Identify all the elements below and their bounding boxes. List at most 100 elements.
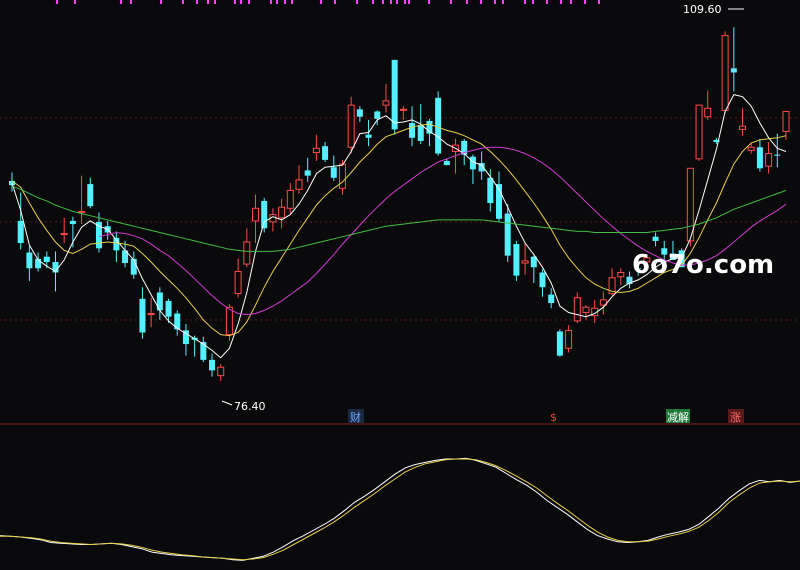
candle (234, 258, 242, 298)
top-event-tick (598, 0, 600, 4)
top-event-tick (502, 0, 504, 4)
candle-body-down (652, 236, 659, 241)
candle (652, 232, 659, 247)
top-event-tick (284, 0, 286, 4)
top-event-tick (480, 0, 482, 4)
candle-body-up (347, 104, 355, 148)
low-annotation-arrow (221, 400, 233, 406)
candle (686, 167, 694, 247)
top-event-tick (270, 0, 272, 4)
candle (774, 133, 781, 168)
event-label: 财 (350, 410, 361, 424)
candle-body-up (234, 270, 242, 295)
candle-body-up (565, 329, 573, 349)
candle-body-down (330, 167, 337, 178)
candle-body-down (26, 252, 33, 269)
top-event-tick (56, 0, 58, 4)
candle (165, 298, 172, 324)
candle (200, 336, 207, 362)
candle (139, 287, 146, 339)
candle-body-up (78, 210, 86, 213)
candle-body-up (243, 241, 251, 265)
top-event-tick (570, 0, 572, 4)
candle-body-up (582, 306, 590, 313)
event-marker-dividend[interactable]: $ (550, 411, 557, 424)
top-event-tick (494, 0, 496, 4)
candle (156, 287, 163, 320)
ma-longest-line (11, 185, 787, 252)
candle-body-up (338, 163, 346, 189)
top-event-tick (74, 0, 76, 4)
candle-body-down (774, 154, 781, 156)
candle-body-down (130, 258, 137, 275)
top-event-tick (320, 0, 322, 4)
candle (356, 106, 363, 122)
top-event-tick (240, 0, 242, 4)
candle-body-up (739, 125, 747, 130)
candle-body-down (304, 170, 311, 176)
candle-body-down (504, 213, 511, 256)
event-marker-unlock[interactable]: 减解 (666, 409, 690, 424)
candle-body-down (322, 146, 329, 160)
top-event-tick (291, 0, 293, 4)
candle-body-up (695, 104, 703, 160)
event-marker-finance[interactable]: 财 (348, 409, 364, 424)
candle-body-down (443, 160, 450, 166)
candle (78, 175, 86, 225)
top-event-tick (390, 0, 392, 4)
candle-body-up (686, 167, 694, 242)
top-event-tick (524, 0, 526, 4)
top-event-tick (396, 0, 398, 4)
candle-body-up (747, 146, 755, 151)
candle (182, 324, 189, 356)
candle-body-up (765, 153, 773, 167)
candle (548, 288, 555, 309)
candle (756, 138, 763, 172)
candle-body-up (225, 306, 233, 336)
candle (209, 353, 216, 377)
top-event-tick (428, 0, 430, 4)
candle-body-down (43, 256, 50, 262)
top-event-tick (334, 0, 336, 4)
candle-body-down (69, 220, 76, 225)
candle-body-up (286, 189, 294, 209)
event-label: $ (550, 411, 557, 424)
candle-body-down (365, 134, 372, 138)
candle-body-down (165, 300, 172, 317)
stock-chart-stage: 109.60 76.40 财 $ 减解 涨 6o7o.com (0, 0, 800, 570)
candle-body-up (312, 147, 320, 154)
high-price-label: 109.60 (683, 3, 722, 16)
candle (243, 228, 251, 268)
candle (322, 141, 329, 162)
candle-body-up (295, 179, 303, 190)
candle (269, 208, 277, 232)
top-event-tick (560, 0, 562, 4)
candle (382, 84, 390, 113)
candle-body-down (756, 147, 763, 169)
top-event-tick (584, 0, 586, 4)
candle (347, 96, 355, 154)
top-event-tick (120, 0, 122, 4)
event-marker-rise[interactable]: 涨 (728, 409, 744, 424)
top-event-tick (466, 0, 468, 4)
candle (617, 268, 625, 286)
candle (573, 292, 581, 324)
candle (487, 169, 494, 212)
candle (330, 155, 337, 181)
candle-body-up (782, 110, 790, 132)
top-event-tick (196, 0, 198, 4)
top-event-tick (532, 0, 534, 4)
candle-body-down (539, 272, 546, 288)
candle (695, 104, 703, 161)
candle (174, 310, 181, 336)
candle-body-up (60, 233, 68, 236)
event-label: 涨 (730, 411, 741, 424)
candle (147, 297, 155, 328)
candle (599, 291, 607, 315)
candle-body-down (87, 184, 94, 207)
candle-body-up (382, 100, 390, 106)
candle (469, 154, 476, 185)
candle (730, 27, 737, 92)
candle (295, 165, 303, 194)
candle (582, 305, 590, 320)
